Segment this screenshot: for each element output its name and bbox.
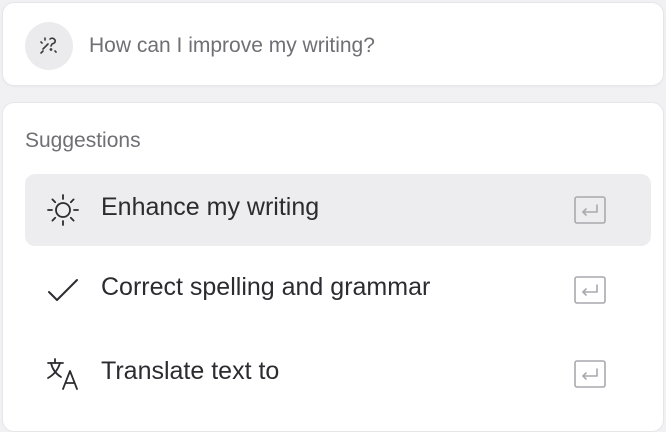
ai-sparkle-icon	[40, 37, 57, 54]
enter-key-icon	[574, 196, 606, 224]
suggestion-enhance-writing[interactable]: Enhance my writing	[25, 174, 651, 246]
translate-icon	[47, 358, 78, 390]
suggestions-panel: Suggestions Enhance my writing Correct s…	[2, 102, 664, 432]
suggestion-label: Translate text to	[101, 357, 280, 385]
enter-key-icon	[574, 360, 606, 388]
suggestion-translate-text[interactable]: Translate text to	[25, 338, 651, 410]
suggestion-label: Enhance my writing	[101, 193, 320, 221]
enter-key-icon	[574, 276, 606, 304]
prompt-card	[2, 2, 664, 86]
suggestions-heading: Suggestions	[25, 129, 141, 152]
ai-badge[interactable]	[25, 22, 73, 70]
checkmark-icon	[48, 279, 78, 301]
suggestion-correct-spelling[interactable]: Correct spelling and grammar	[25, 254, 651, 326]
prompt-input[interactable]	[89, 29, 629, 63]
suggestion-label: Correct spelling and grammar	[101, 273, 431, 301]
sun-icon	[47, 194, 79, 226]
